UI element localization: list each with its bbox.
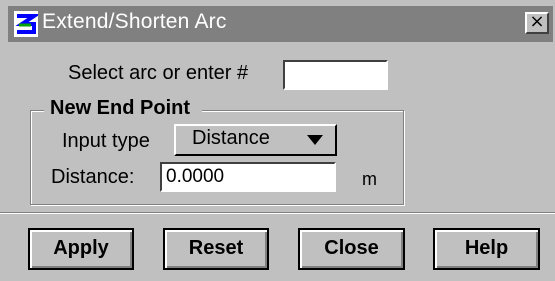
help-button[interactable]: Help: [433, 228, 540, 270]
window-title: Extend/Shorten Arc: [42, 10, 227, 33]
arc-number-input[interactable]: [283, 60, 388, 90]
dialog-window: Extend/Shorten Arc × Select arc or enter…: [0, 0, 555, 281]
close-icon[interactable]: ×: [525, 12, 549, 34]
close-button[interactable]: Close: [298, 228, 405, 270]
app-icon[interactable]: [14, 11, 41, 37]
chevron-down-icon: [307, 135, 323, 145]
distance-label: Distance:: [51, 166, 135, 188]
input-type-dropdown[interactable]: Distance: [174, 124, 337, 156]
distance-unit: m: [362, 169, 377, 189]
title-bar[interactable]: Extend/Shorten Arc ×: [8, 6, 553, 42]
separator: [0, 212, 555, 214]
reset-button[interactable]: Reset: [163, 228, 269, 270]
input-type-label: Input type: [62, 130, 150, 152]
input-type-value: Distance: [192, 127, 270, 149]
apply-button[interactable]: Apply: [28, 228, 134, 270]
select-arc-label: Select arc or enter #: [68, 62, 249, 84]
group-title: New End Point: [44, 97, 202, 120]
distance-input[interactable]: 0.0000: [160, 162, 336, 192]
